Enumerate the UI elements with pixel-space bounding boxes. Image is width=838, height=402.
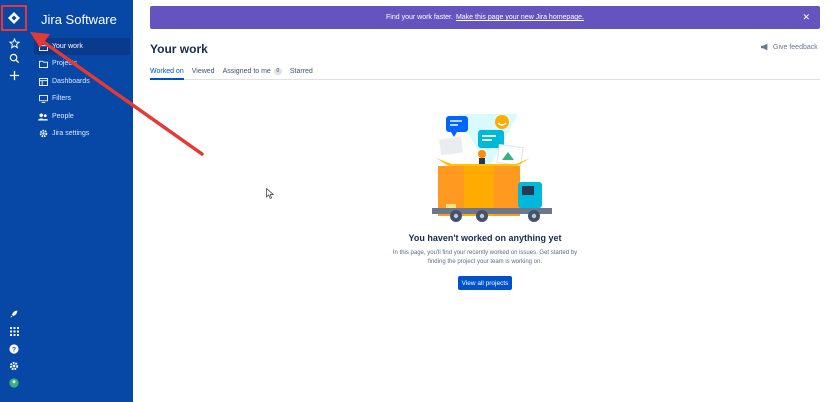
global-navigation-rail: ? [0, 0, 28, 402]
close-icon[interactable]: ✕ [802, 12, 810, 23]
sidebar-item-label: Projects [52, 60, 78, 67]
empty-state-description: In this page, you'll find your recently … [392, 250, 578, 265]
banner-text: Find your work faster. [386, 14, 453, 21]
sidebar-item-your-work[interactable]: Your work [34, 38, 130, 55]
jira-logo-icon[interactable] [8, 12, 20, 24]
sidebar-item-label: Dashboards [52, 78, 90, 85]
tab-label: Starred [289, 68, 313, 75]
sidebar-item-people[interactable]: People [34, 108, 130, 125]
highlight-box [1, 5, 27, 31]
make-homepage-link[interactable]: Make this page your new Jira homepage. [456, 14, 584, 21]
sidebar: Jira Software Your work Projects Dashboa… [28, 0, 133, 402]
create-icon[interactable] [4, 65, 24, 85]
page-title: Your work [150, 42, 208, 56]
mouse-cursor-icon [266, 188, 274, 199]
gear-icon [34, 129, 52, 138]
count-badge: 0 [273, 68, 282, 75]
product-name: Jira Software [41, 12, 117, 27]
empty-state-illustration [432, 114, 552, 222]
sidebar-item-filters[interactable]: Filters [34, 90, 130, 107]
empty-state-title: You haven't worked on anything yet [408, 233, 562, 243]
work-tabs: Worked on Viewed Assigned to me 0 Starred [150, 68, 820, 80]
tab-label: Assigned to me [222, 68, 271, 75]
sidebar-item-label: Jira settings [52, 130, 90, 137]
sidebar-item-jira-settings[interactable]: Jira settings [34, 125, 130, 142]
dashboard-icon [34, 77, 52, 86]
people-icon [34, 112, 52, 121]
tab-assigned-to-me[interactable]: Assigned to me 0 [223, 68, 282, 80]
tab-starred[interactable]: Starred [290, 68, 313, 80]
sidebar-item-label: Your work [52, 43, 83, 50]
give-feedback-button[interactable]: Give feedback [760, 43, 818, 51]
homepage-banner: Find your work faster. Make this page yo… [150, 6, 820, 29]
tab-viewed[interactable]: Viewed [192, 68, 215, 80]
tab-label: Viewed [191, 68, 215, 75]
jira-app: ? Jira Software Your work Projects Dashb… [0, 0, 838, 402]
give-feedback-label: Give feedback [773, 43, 818, 51]
sidebar-item-dashboards[interactable]: Dashboards [34, 73, 130, 90]
svg-text:?: ? [12, 347, 16, 354]
folder-icon [34, 60, 52, 68]
megaphone-icon [761, 43, 768, 51]
sidebar-item-projects[interactable]: Projects [34, 55, 130, 72]
app-switcher-icon[interactable] [4, 321, 24, 341]
filter-icon [34, 94, 52, 103]
work-icon [34, 42, 52, 51]
tab-worked-on[interactable]: Worked on [150, 68, 184, 80]
tab-label: Worked on [150, 68, 184, 75]
view-all-projects-button[interactable]: View all projects [458, 276, 512, 290]
avatar[interactable] [4, 373, 24, 393]
sidebar-item-label: Filters [52, 95, 72, 102]
sidebar-item-label: People [52, 113, 74, 120]
